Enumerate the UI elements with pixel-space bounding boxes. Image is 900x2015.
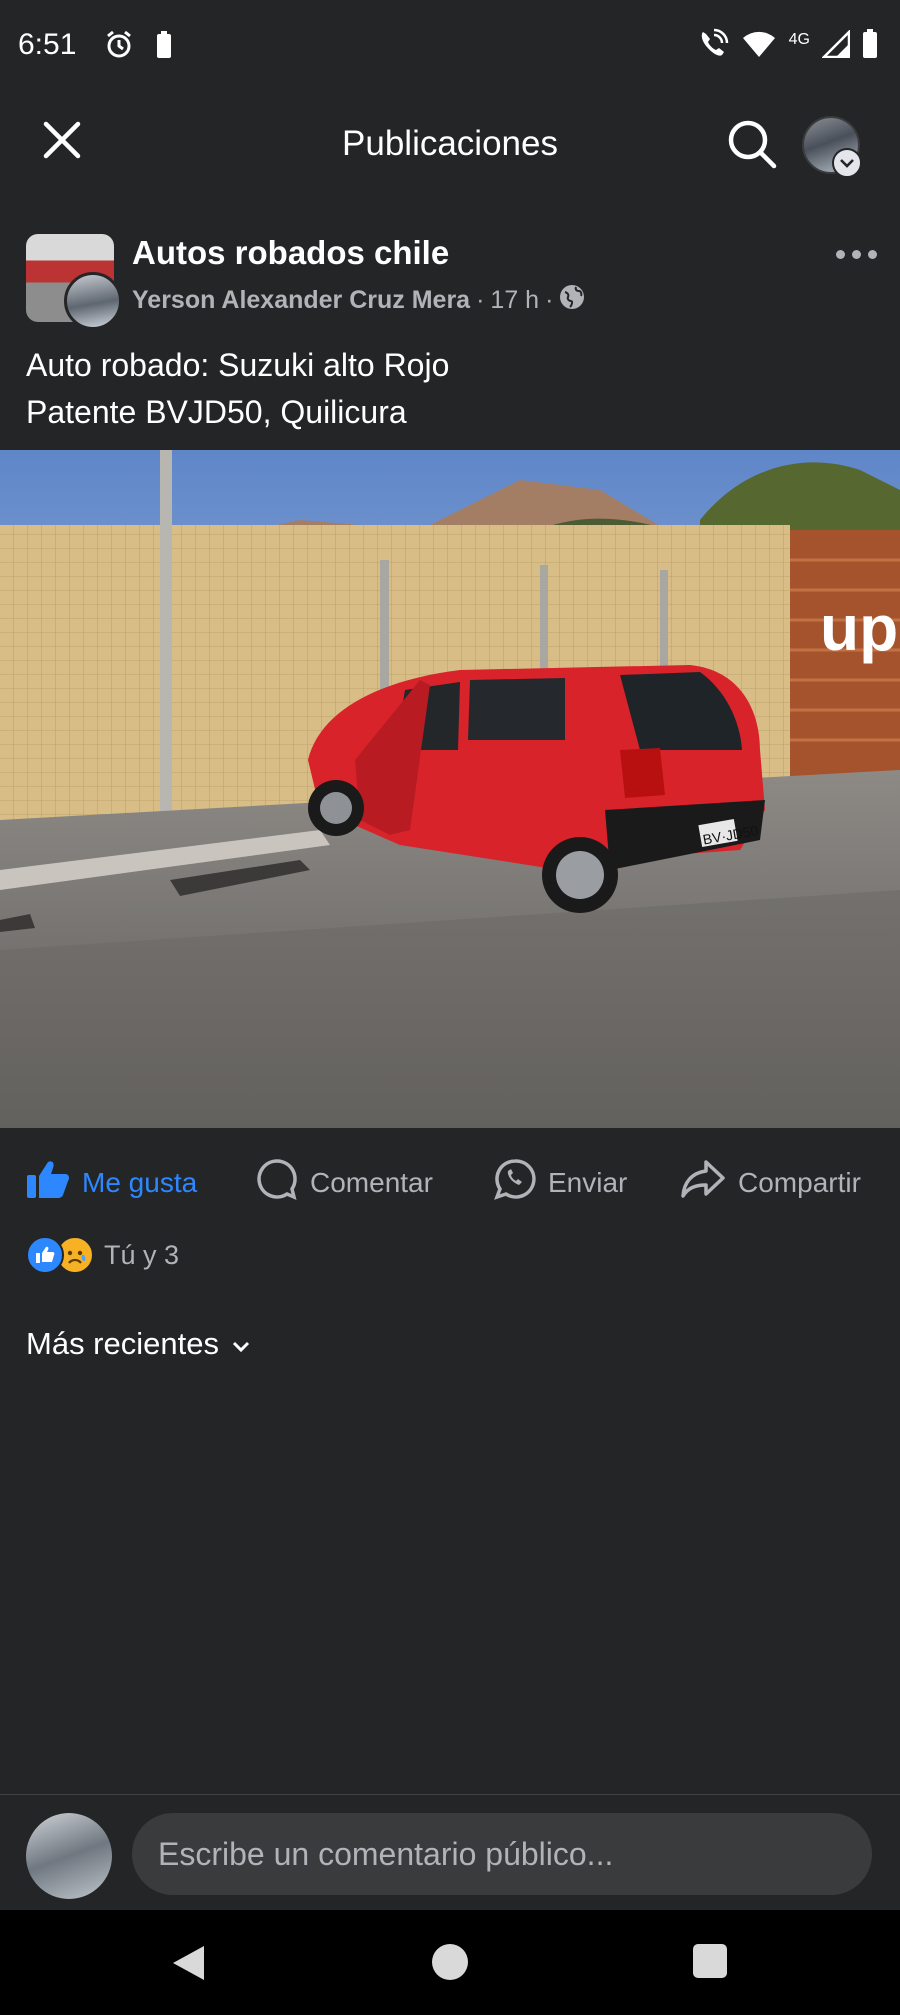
comment-icon	[256, 1158, 298, 1207]
status-time: 6:51	[18, 28, 77, 61]
search-icon[interactable]	[724, 116, 780, 172]
top-bar: Publicaciones	[0, 96, 900, 192]
like-button[interactable]: Me gusta	[26, 1158, 197, 1207]
comment-label: Comentar	[310, 1166, 433, 1198]
share-button[interactable]: Compartir	[680, 1158, 861, 1207]
post-text-line: Auto robado: Suzuki alto Rojo	[26, 347, 450, 383]
share-label: Compartir	[738, 1166, 861, 1198]
battery-saver-icon	[156, 31, 172, 64]
sign-text: up	[820, 592, 898, 664]
send-label: Enviar	[548, 1166, 628, 1198]
network-type: 4G	[788, 30, 810, 48]
post-photo[interactable]: up BV·JD50	[0, 450, 900, 1128]
meta-separator: ·	[545, 286, 554, 314]
reactions-summary[interactable]: Tú y 3	[26, 1236, 179, 1274]
send-button[interactable]: Enviar	[494, 1158, 627, 1207]
wifi-icon	[741, 29, 777, 64]
chevron-down-icon	[832, 148, 862, 178]
wifi-calling-icon	[697, 28, 729, 65]
more-options-icon[interactable]	[836, 242, 880, 266]
recents-icon[interactable]	[693, 1944, 727, 1978]
status-bar: 6:51 4G	[0, 0, 900, 96]
comment-button[interactable]: Comentar	[256, 1158, 433, 1207]
globe-icon	[559, 284, 585, 317]
group-name[interactable]: Autos robados chile	[132, 234, 449, 272]
avatar[interactable]	[26, 1813, 112, 1899]
author-name[interactable]: Yerson Alexander Cruz Mera	[132, 286, 470, 315]
comment-sort-dropdown[interactable]: Más recientes	[26, 1326, 251, 1362]
chevron-down-icon	[231, 1326, 251, 1362]
comment-composer	[0, 1794, 900, 1911]
meta-separator: ·	[476, 286, 485, 314]
thumbs-up-icon	[26, 1158, 70, 1207]
sort-label: Más recientes	[26, 1326, 219, 1361]
like-reaction-icon	[26, 1236, 64, 1274]
post-text: Auto robado: Suzuki alto Rojo Patente BV…	[26, 342, 449, 436]
like-label: Me gusta	[82, 1166, 198, 1198]
alarm-icon	[104, 30, 134, 65]
post-text-line: Patente BVJD50, Quilicura	[26, 394, 407, 430]
reactions-count: Tú y 3	[104, 1239, 180, 1270]
battery-icon	[862, 29, 878, 64]
post-action-bar: Me gusta Comentar Enviar Compartir	[0, 1128, 900, 1228]
back-icon[interactable]	[170, 1944, 206, 1987]
profile-menu-button[interactable]	[802, 116, 862, 178]
post-header: Autos robados chile Yerson Alexander Cru…	[0, 224, 900, 334]
system-nav-bar	[0, 1910, 900, 2015]
author-avatar[interactable]	[64, 272, 122, 330]
comment-input[interactable]	[132, 1813, 872, 1895]
whatsapp-icon	[494, 1158, 536, 1207]
post-meta: Yerson Alexander Cruz Mera · 17 h ·	[132, 284, 585, 317]
post-time[interactable]: 17 h	[490, 286, 539, 315]
share-icon	[680, 1158, 726, 1207]
signal-icon	[820, 28, 851, 63]
home-icon[interactable]	[432, 1944, 468, 1980]
